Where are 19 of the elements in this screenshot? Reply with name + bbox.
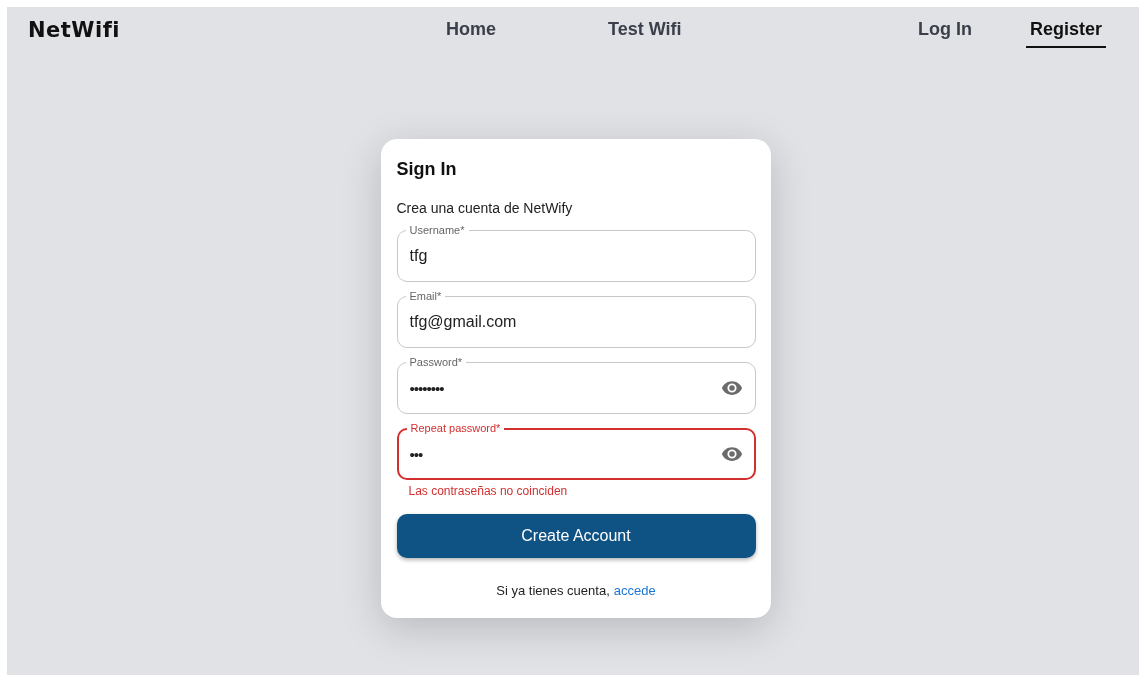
nav-link[interactable]: Log In <box>914 12 976 48</box>
card-subtitle: Crea una cuenta de NetWify <box>396 200 574 216</box>
field-label: Password* <box>405 355 467 369</box>
field-label: Repeat password* <box>406 421 505 435</box>
error-message: Las contraseñas no coinciden <box>408 484 569 498</box>
create-account-button[interactable]: Create Account <box>396 514 756 558</box>
nav-link[interactable]: Register <box>1025 12 1106 48</box>
input-field[interactable]: ••• <box>409 445 721 463</box>
nav-link[interactable]: Test Wifi <box>604 12 686 48</box>
logo: NetWifi <box>28 18 122 42</box>
login-link[interactable]: accede <box>613 583 656 598</box>
input-field[interactable]: •••••••• <box>409 379 721 397</box>
card-title: Sign In <box>396 159 458 180</box>
nav-link[interactable]: Home <box>442 12 500 48</box>
footer-text: Si ya tienes cuenta, <box>496 583 610 598</box>
field-label: Email* <box>405 289 446 303</box>
input-field[interactable]: tfg@gmail.com <box>409 313 743 331</box>
field-label: Username* <box>405 223 469 237</box>
input-field[interactable]: tfg <box>409 247 743 265</box>
